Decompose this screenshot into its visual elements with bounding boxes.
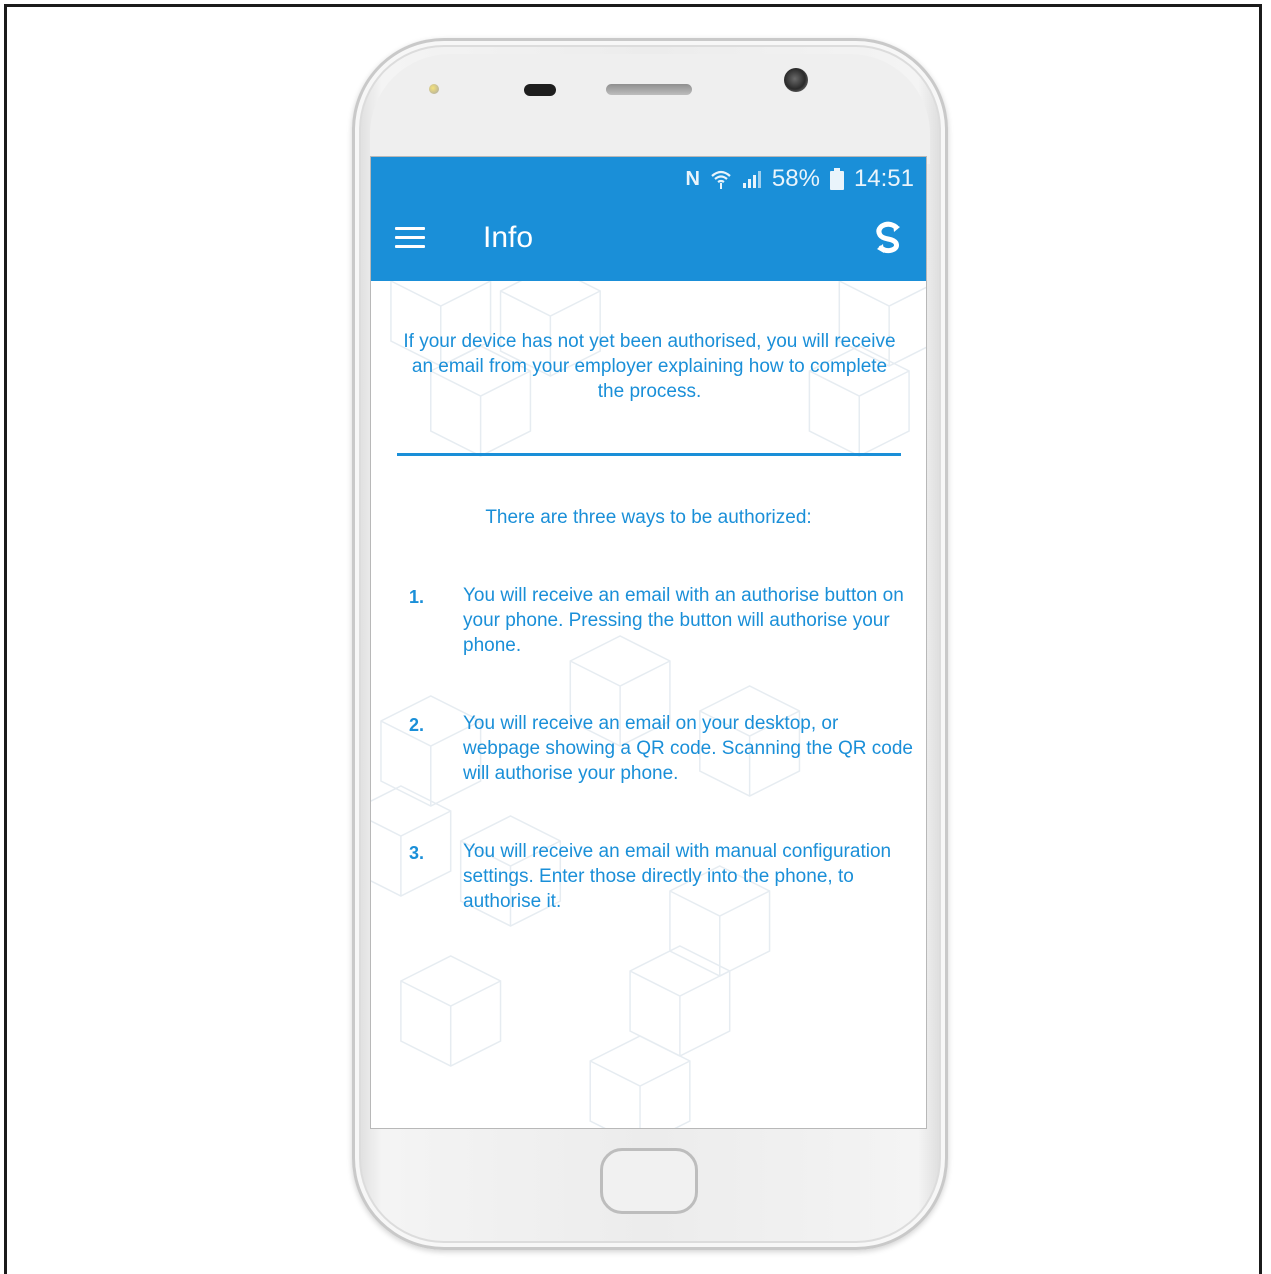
hexagon-background-pattern bbox=[371, 281, 926, 1128]
ways-heading: There are three ways to be authorized: bbox=[485, 507, 812, 528]
signal-icon bbox=[742, 171, 761, 188]
phone-screen: N 58% 14:51 Info If your device has not … bbox=[370, 156, 927, 1129]
front-camera bbox=[784, 68, 808, 92]
earpiece-speaker bbox=[606, 84, 692, 95]
page-title: Info bbox=[483, 221, 534, 254]
light-sensor bbox=[429, 84, 439, 94]
proximity-sensor bbox=[524, 84, 556, 96]
step-text: You will receive an email on your deskto… bbox=[463, 713, 913, 784]
home-button[interactable] bbox=[600, 1148, 698, 1214]
wifi-icon bbox=[711, 170, 731, 189]
nfc-icon: N bbox=[685, 167, 700, 190]
step-number: 2. bbox=[409, 715, 425, 735]
step-number: 3. bbox=[409, 843, 425, 863]
battery-icon bbox=[829, 168, 844, 190]
sync-icon[interactable] bbox=[874, 221, 904, 255]
phone-top-bezel bbox=[370, 54, 930, 164]
section-divider bbox=[397, 453, 901, 456]
battery-percent: 58% bbox=[771, 165, 820, 192]
status-time: 14:51 bbox=[853, 165, 914, 192]
status-bar: N 58% 14:51 bbox=[685, 165, 914, 193]
app-bar: N 58% 14:51 Info bbox=[371, 157, 926, 281]
step-text: You will receive an email with manual co… bbox=[463, 841, 892, 912]
step-number: 1. bbox=[409, 587, 425, 607]
step-text: You will receive an email with an author… bbox=[463, 585, 904, 656]
hamburger-menu-icon[interactable] bbox=[395, 227, 425, 249]
intro-text: If your device has not yet been authoris… bbox=[403, 331, 896, 402]
